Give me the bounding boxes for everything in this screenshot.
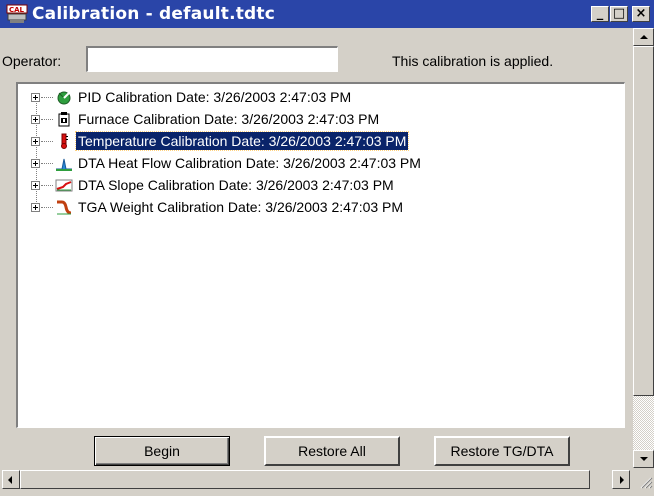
cal-app-icon: CAL bbox=[6, 4, 28, 23]
expand-plus-icon[interactable] bbox=[31, 159, 40, 168]
minimize-icon: _ bbox=[596, 6, 604, 21]
slope-icon bbox=[55, 179, 73, 192]
expand-plus-icon[interactable] bbox=[31, 115, 40, 124]
expand-plus-icon[interactable] bbox=[31, 203, 40, 212]
begin-button[interactable]: Begin bbox=[94, 436, 230, 466]
restore-tg-dta-button[interactable]: Restore TG/DTA bbox=[434, 436, 570, 466]
tree-item-temperature[interactable]: Temperature Calibration Date: 3/26/2003 … bbox=[18, 131, 618, 154]
title-bar[interactable]: CAL Calibration - default.tdtc _ □ × bbox=[0, 0, 654, 28]
arrow-right-icon bbox=[620, 476, 624, 484]
operator-label: Operator: bbox=[2, 53, 62, 69]
resize-grip-icon bbox=[640, 477, 653, 489]
tree-item-label: TGA Weight Calibration Date: 3/26/2003 2… bbox=[78, 199, 404, 215]
vertical-scroll-track[interactable] bbox=[633, 396, 654, 450]
tree-item-label: Temperature Calibration Date: 3/26/2003 … bbox=[74, 131, 410, 151]
pid-gauge-icon bbox=[57, 91, 71, 105]
expand-plus-icon[interactable] bbox=[31, 137, 40, 146]
scroll-down-button[interactable] bbox=[633, 450, 654, 468]
tree-item-label: Furnace Calibration Date: 3/26/2003 2:47… bbox=[78, 111, 380, 127]
tree-branch-line bbox=[41, 97, 53, 98]
tree-item-dta-heat-flow[interactable]: DTA Heat Flow Calibration Date: 3/26/200… bbox=[18, 154, 618, 176]
scroll-right-button[interactable] bbox=[612, 470, 630, 489]
furnace-icon bbox=[58, 112, 70, 127]
tree-item-tga-weight[interactable]: TGA Weight Calibration Date: 3/26/2003 2… bbox=[18, 198, 618, 220]
arrow-up-icon bbox=[640, 35, 648, 39]
tree-branch-line bbox=[41, 163, 53, 164]
vertical-scrollbar[interactable] bbox=[633, 28, 654, 468]
tree-branch-line bbox=[41, 141, 53, 142]
arrow-down-icon bbox=[640, 457, 648, 461]
tree-item-label: DTA Slope Calibration Date: 3/26/2003 2:… bbox=[78, 177, 394, 193]
heat-flow-icon bbox=[56, 158, 72, 171]
close-button[interactable]: × bbox=[632, 6, 650, 22]
tree-item-label: DTA Heat Flow Calibration Date: 3/26/200… bbox=[78, 155, 421, 171]
calibration-window: CAL Calibration - default.tdtc _ □ × Ope… bbox=[0, 0, 654, 491]
calibration-tree[interactable]: PID Calibration Date: 3/26/2003 2:47:03 … bbox=[16, 82, 625, 428]
horizontal-scroll-thumb[interactable] bbox=[20, 470, 590, 489]
status-text: This calibration is applied. bbox=[392, 53, 554, 69]
close-icon: × bbox=[635, 6, 647, 21]
minimize-button[interactable]: _ bbox=[591, 6, 609, 22]
thermometer-icon bbox=[61, 133, 68, 149]
tree-branch-line bbox=[41, 207, 53, 208]
vertical-scroll-thumb[interactable] bbox=[633, 46, 654, 396]
maximize-icon: □ bbox=[612, 6, 626, 21]
svg-text:CAL: CAL bbox=[9, 6, 25, 14]
tree-item-pid[interactable]: PID Calibration Date: 3/26/2003 2:47:03 … bbox=[18, 88, 618, 110]
weight-curve-icon bbox=[57, 200, 72, 215]
restore-all-button[interactable]: Restore All bbox=[264, 436, 400, 466]
tree-item-dta-slope[interactable]: DTA Slope Calibration Date: 3/26/2003 2:… bbox=[18, 176, 618, 198]
arrow-left-icon bbox=[8, 476, 12, 484]
window-title: Calibration - default.tdtc bbox=[32, 4, 276, 24]
maximize-button[interactable]: □ bbox=[610, 6, 628, 22]
horizontal-scrollbar[interactable] bbox=[0, 468, 633, 491]
scroll-left-button[interactable] bbox=[2, 470, 20, 489]
expand-plus-icon[interactable] bbox=[31, 181, 40, 190]
tree-branch-line bbox=[41, 185, 53, 186]
scroll-up-button[interactable] bbox=[633, 28, 654, 46]
expand-plus-icon[interactable] bbox=[31, 93, 40, 102]
resize-grip[interactable] bbox=[633, 468, 654, 491]
operator-input[interactable] bbox=[86, 46, 338, 72]
tree-item-furnace[interactable]: Furnace Calibration Date: 3/26/2003 2:47… bbox=[18, 110, 618, 132]
tree-branch-line bbox=[41, 119, 53, 120]
tree-item-label: PID Calibration Date: 3/26/2003 2:47:03 … bbox=[78, 89, 352, 105]
